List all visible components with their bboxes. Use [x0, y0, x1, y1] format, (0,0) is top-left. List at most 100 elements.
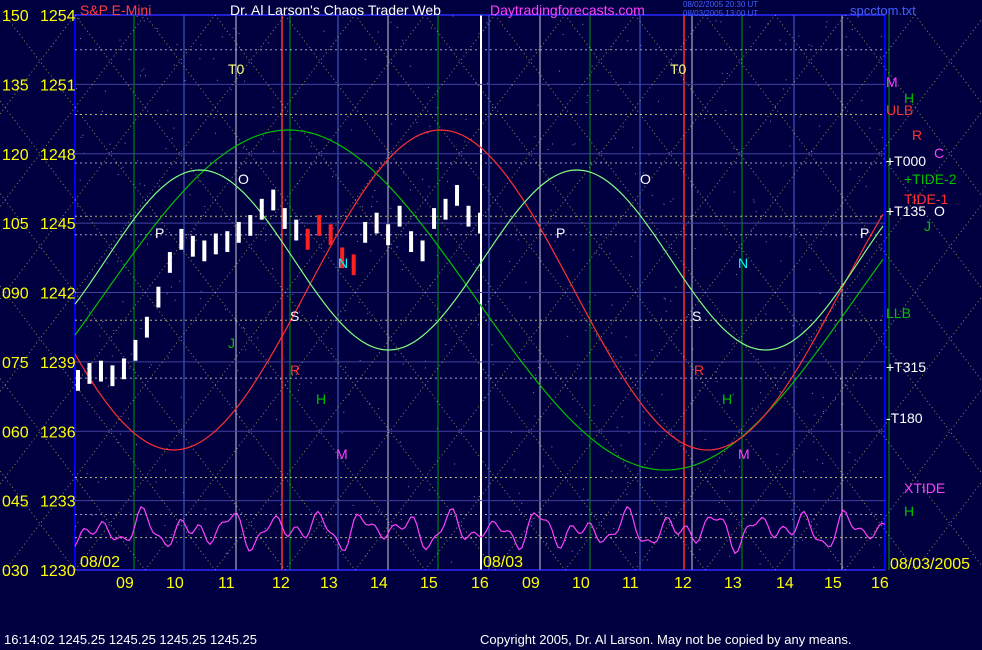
dot [195, 239, 197, 241]
dot [880, 35, 882, 37]
dot [345, 366, 347, 368]
dot [408, 486, 410, 488]
dot [200, 44, 202, 46]
y-tick-left: 060 [2, 424, 29, 441]
dot [822, 397, 824, 399]
dot [122, 301, 124, 303]
dot [430, 27, 432, 29]
dot [136, 443, 137, 445]
dot [869, 375, 871, 376]
y-tick-right: 1242 [40, 286, 76, 303]
x-tick-label: 13 [724, 575, 742, 592]
right-label: M [886, 74, 898, 90]
timestamp-2: 08/03/2005 13:00 UT [683, 9, 759, 18]
dot [716, 371, 718, 373]
cycle-letter: O [238, 171, 249, 187]
dot [511, 431, 512, 433]
dot [662, 249, 664, 251]
dot [257, 337, 259, 339]
dot [685, 450, 687, 452]
dot [675, 286, 677, 288]
dot [865, 185, 867, 187]
dot [803, 471, 805, 473]
dot [665, 505, 667, 507]
dot [571, 550, 573, 552]
x-tick-label: 15 [824, 575, 842, 592]
dot [276, 490, 278, 492]
dot [880, 56, 881, 58]
dot [613, 366, 615, 368]
dot [147, 243, 148, 245]
dot [607, 477, 609, 479]
dot [78, 18, 80, 20]
dot [458, 306, 460, 308]
dot [846, 385, 848, 387]
dot [848, 46, 850, 48]
dot [377, 511, 379, 513]
dot [129, 367, 131, 369]
dot [627, 481, 629, 483]
right-label: ULB [886, 102, 913, 118]
dot [792, 325, 794, 327]
dot [409, 65, 411, 67]
dot [670, 200, 672, 202]
dot [802, 539, 804, 541]
dot [780, 260, 782, 262]
dot [753, 201, 755, 203]
dot [361, 206, 363, 208]
dot [86, 472, 88, 474]
dot [180, 396, 182, 398]
dot [124, 142, 126, 144]
dot [494, 228, 496, 229]
dot [452, 15, 454, 17]
dot [412, 549, 414, 551]
right-label: O [934, 203, 945, 219]
dot [86, 325, 88, 327]
dot [814, 414, 816, 416]
dot [629, 367, 631, 369]
dot [332, 175, 334, 177]
dot [640, 44, 642, 46]
cycle-letter: M [336, 446, 348, 462]
dot [879, 129, 881, 130]
cycle-letter: S [692, 308, 701, 324]
dot [869, 127, 871, 129]
dot [267, 42, 269, 44]
dot [724, 470, 726, 472]
dot [106, 262, 108, 264]
dot [704, 118, 705, 119]
dot [367, 312, 369, 314]
dot [402, 363, 404, 365]
dot [587, 95, 589, 97]
dot [726, 73, 728, 75]
dot [816, 459, 818, 461]
dot [826, 21, 828, 23]
dot [620, 356, 622, 358]
dot [364, 59, 366, 60]
dot [117, 260, 119, 262]
dot [492, 106, 493, 108]
dot [598, 254, 600, 256]
right-label: -T180 [886, 410, 923, 426]
dot [840, 423, 842, 425]
x-tick-label: 15 [420, 575, 438, 592]
dot [272, 106, 274, 108]
dot [631, 147, 633, 149]
dot [597, 90, 599, 92]
dot [546, 542, 548, 544]
cycle-letter: H [316, 391, 326, 407]
dot [401, 268, 403, 270]
dot [377, 31, 379, 33]
dot [635, 173, 636, 175]
dot [750, 229, 752, 231]
dot [858, 176, 860, 178]
dot [736, 274, 737, 276]
dot [720, 21, 722, 23]
dot [447, 180, 448, 182]
dot [537, 104, 539, 106]
dot [835, 398, 836, 400]
dot [155, 481, 157, 483]
dot [331, 348, 333, 350]
y-tick-left: 135 [2, 77, 29, 94]
dot [143, 68, 145, 70]
